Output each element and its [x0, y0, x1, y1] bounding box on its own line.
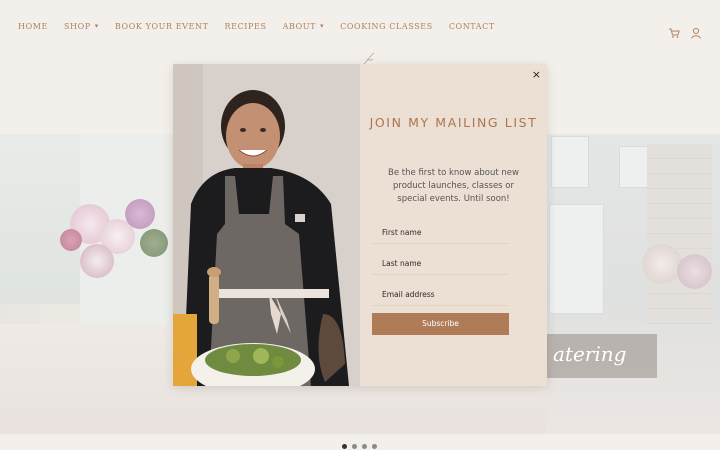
- modal-description: Be the first to know about new product l…: [388, 168, 519, 204]
- slider-dots: [342, 444, 377, 449]
- nav-item-contact[interactable]: CONTACT: [449, 22, 495, 31]
- slider-dot[interactable]: [362, 444, 367, 449]
- slider-dot[interactable]: [372, 444, 377, 449]
- flower-decoration: [80, 244, 114, 278]
- main-nav: HOME SHOP ▾ BOOK YOUR EVENT RECIPES ABOUT…: [0, 0, 720, 52]
- nav-label: ABOUT: [282, 21, 317, 31]
- last-name-field[interactable]: Last name: [372, 251, 509, 275]
- flower-decoration: [677, 254, 712, 289]
- user-icon[interactable]: [690, 24, 702, 39]
- slider-dot[interactable]: [342, 444, 347, 449]
- hero-caption-box: atering: [547, 334, 657, 378]
- header-icons: [668, 24, 702, 39]
- nav-label: HOME: [18, 21, 48, 31]
- nav-label: COOKING CLASSES: [340, 21, 433, 31]
- nav-item-cooking-classes[interactable]: COOKING CLASSES: [340, 22, 433, 31]
- nav-item-home[interactable]: HOME: [18, 22, 48, 31]
- flower-decoration: [642, 244, 682, 284]
- stone-wall: [647, 144, 712, 324]
- chevron-down-icon: ▾: [94, 22, 99, 30]
- close-icon[interactable]: ×: [532, 68, 541, 81]
- nav-label: SHOP: [63, 21, 91, 31]
- modal-title: JOIN MY MAILING LIST: [369, 115, 538, 130]
- mailing-list-modal: × JOIN MY MAILING LIST Be the first to k…: [173, 64, 547, 386]
- nav-item-book-your-event[interactable]: BOOK YOUR EVENT: [115, 22, 209, 31]
- flower-decoration: [140, 229, 168, 257]
- field-placeholder: Email address: [382, 290, 435, 299]
- chevron-down-icon: ▾: [320, 22, 325, 30]
- kitchen-cabinet: [549, 204, 604, 314]
- hero-caption: atering: [553, 342, 627, 366]
- cart-icon[interactable]: [668, 24, 680, 38]
- kitchen-cabinet: [551, 136, 589, 188]
- email-field[interactable]: Email address: [372, 282, 509, 306]
- kitchen-cabinet: [619, 146, 649, 188]
- flower-decoration: [60, 229, 82, 251]
- hero-kitchen-scene: atering: [547, 134, 720, 434]
- nav-item-shop[interactable]: SHOP ▾: [64, 22, 99, 31]
- nav-item-about[interactable]: ABOUT ▾: [283, 22, 325, 31]
- first-name-field[interactable]: First name: [372, 220, 509, 244]
- field-placeholder: First name: [382, 228, 422, 237]
- field-placeholder: Last name: [382, 259, 422, 268]
- nav-label: RECIPES: [224, 21, 267, 31]
- nav-item-recipes[interactable]: RECIPES: [225, 22, 267, 31]
- nav-label: BOOK YOUR EVENT: [114, 21, 209, 31]
- flower-decoration: [125, 199, 155, 229]
- mailing-list-form: × JOIN MY MAILING LIST Be the first to k…: [360, 64, 547, 386]
- chef-photo: [173, 64, 360, 386]
- subscribe-button[interactable]: Subscribe: [372, 313, 509, 335]
- hero-window: [0, 134, 80, 304]
- nav-label: CONTACT: [448, 21, 495, 31]
- slider-dot[interactable]: [352, 444, 357, 449]
